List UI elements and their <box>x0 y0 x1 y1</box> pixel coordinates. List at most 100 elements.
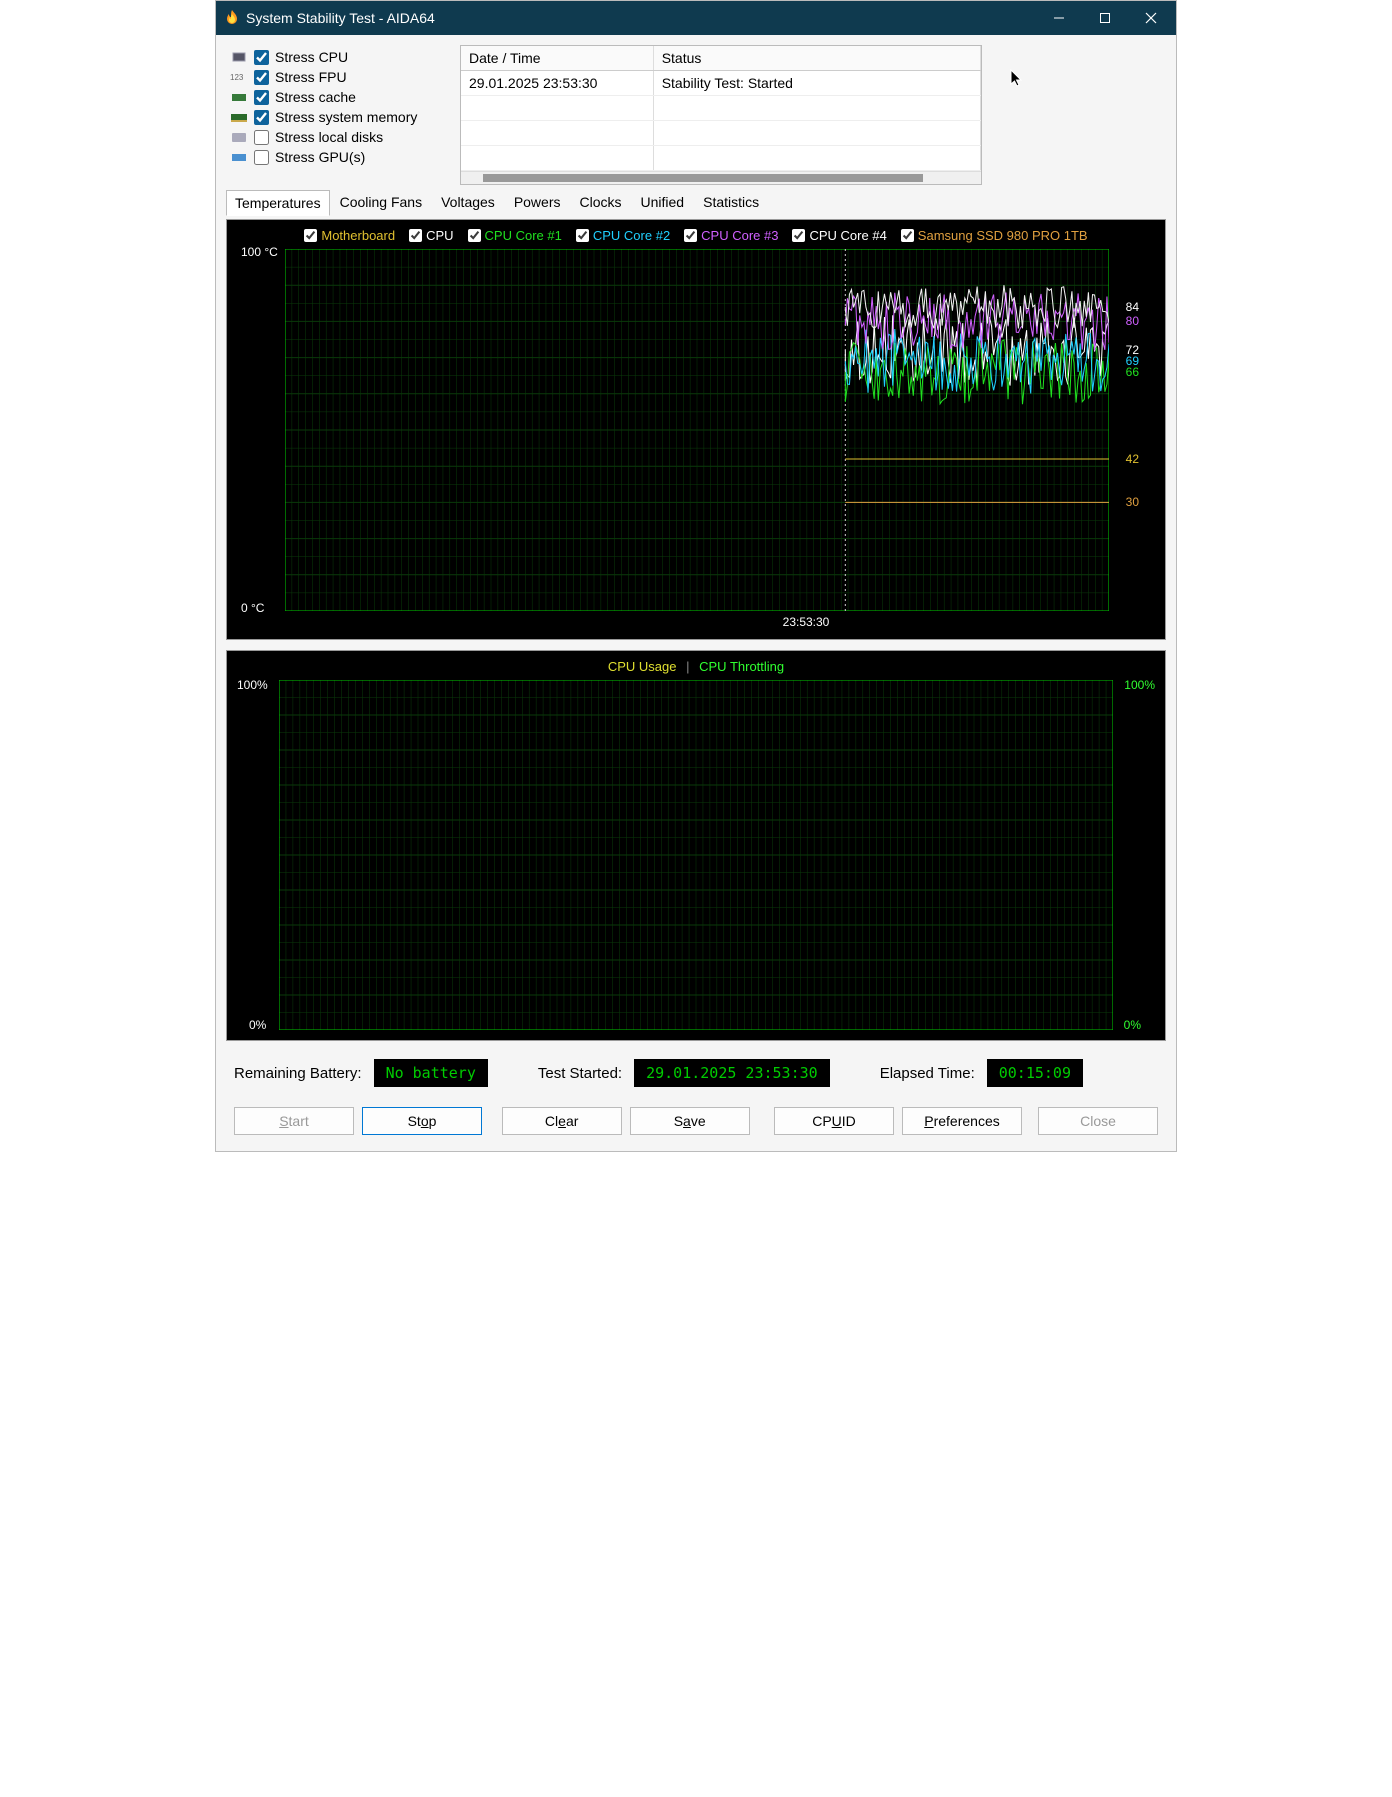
app-window: System Stability Test - AIDA64 Stress CP… <box>215 0 1177 1152</box>
start-button[interactable]: Start <box>234 1107 354 1135</box>
legend-check[interactable] <box>409 229 422 242</box>
stress-label: Stress CPU <box>275 49 348 65</box>
value-label: 84 <box>1126 300 1139 314</box>
title-bar[interactable]: System Stability Test - AIDA64 <box>216 1 1176 35</box>
started-value: 29.01.2025 23:53:30 <box>634 1059 830 1087</box>
chart-tabs: TemperaturesCooling FansVoltagesPowersCl… <box>216 189 1176 215</box>
y-max-label: 100 °C <box>241 245 278 259</box>
stress-row-disk: Stress local disks <box>230 129 440 145</box>
legend-item[interactable]: Motherboard <box>304 228 395 243</box>
close-app-button[interactable]: Close <box>1038 1107 1158 1135</box>
tab-unified[interactable]: Unified <box>632 189 694 215</box>
stress-row-cache: Stress cache <box>230 89 440 105</box>
save-button[interactable]: Save <box>630 1107 750 1135</box>
tab-voltages[interactable]: Voltages <box>432 189 504 215</box>
legend-check[interactable] <box>576 229 589 242</box>
svg-text:123: 123 <box>230 73 244 82</box>
stress-row-cpu: Stress CPU <box>230 49 440 65</box>
legend-sep: | <box>680 659 695 674</box>
tab-clocks[interactable]: Clocks <box>571 189 631 215</box>
stress-row-gpu: Stress GPU(s) <box>230 149 440 165</box>
usage-plot-canvas <box>279 680 1113 1030</box>
tab-cooling-fans[interactable]: Cooling Fans <box>331 189 432 215</box>
temp-legend: Motherboard CPU CPU Core #1 CPU Core #2 CPU … <box>233 226 1159 249</box>
legend-item[interactable]: CPU Core #3 <box>684 228 778 243</box>
log-scrollbar[interactable] <box>461 171 981 184</box>
usage-legend: CPU Usage | CPU Throttling <box>233 657 1159 676</box>
stress-row-ram: Stress system memory <box>230 109 440 125</box>
stress-options: Stress CPU 123 Stress FPU Stress cache Stres… <box>230 45 440 169</box>
stress-row-fpu: 123 Stress FPU <box>230 69 440 85</box>
window-title: System Stability Test - AIDA64 <box>246 10 1036 26</box>
started-label: Test Started: <box>538 1065 622 1082</box>
clear-button[interactable]: Clear <box>502 1107 622 1135</box>
stress-check-gpu[interactable] <box>254 150 269 165</box>
legend-item[interactable]: Samsung SSD 980 PRO 1TB <box>901 228 1088 243</box>
stress-label: Stress FPU <box>275 69 347 85</box>
fpu-icon: 123 <box>230 70 248 84</box>
app-icon <box>224 10 240 26</box>
value-label: 30 <box>1126 495 1139 509</box>
stress-check-disk[interactable] <box>254 130 269 145</box>
y2-left-bot: 0% <box>249 1018 266 1032</box>
disk-icon <box>230 130 248 144</box>
stress-label: Stress cache <box>275 89 356 105</box>
legend-label: CPU Core #1 <box>485 228 562 243</box>
stress-label: Stress local disks <box>275 129 383 145</box>
legend-cpu-usage: CPU Usage <box>608 659 677 674</box>
legend-check[interactable] <box>468 229 481 242</box>
elapsed-value: 00:15:09 <box>987 1059 1083 1087</box>
status-bar: Remaining Battery: No battery Test Start… <box>216 1045 1176 1101</box>
legend-check[interactable] <box>901 229 914 242</box>
elapsed-label: Elapsed Time: <box>880 1065 975 1082</box>
gpu-icon <box>230 150 248 164</box>
legend-label: Motherboard <box>321 228 395 243</box>
tab-temperatures[interactable]: Temperatures <box>226 190 330 216</box>
battery-label: Remaining Battery: <box>234 1065 362 1082</box>
tab-powers[interactable]: Powers <box>505 189 570 215</box>
legend-check[interactable] <box>684 229 697 242</box>
stress-check-ram[interactable] <box>254 110 269 125</box>
value-label: 42 <box>1126 452 1139 466</box>
close-button[interactable] <box>1128 1 1174 35</box>
stress-label: Stress system memory <box>275 109 417 125</box>
stress-check-cache[interactable] <box>254 90 269 105</box>
temperature-chart: Motherboard CPU CPU Core #1 CPU Core #2 CPU … <box>226 219 1166 640</box>
y2-right-top: 100% <box>1124 678 1155 692</box>
temp-plot-canvas <box>285 249 1109 611</box>
y2-right-bot: 0% <box>1124 1018 1141 1032</box>
preferences-button[interactable]: Preferences <box>902 1107 1022 1135</box>
usage-chart: CPU Usage | CPU Throttling 100% 0% 100% … <box>226 650 1166 1041</box>
log-header-date[interactable]: Date / Time <box>461 46 653 71</box>
legend-check[interactable] <box>792 229 805 242</box>
legend-label: CPU <box>426 228 453 243</box>
value-label: 72 <box>1126 343 1139 357</box>
y2-left-top: 100% <box>237 678 268 692</box>
legend-check[interactable] <box>304 229 317 242</box>
battery-value: No battery <box>374 1059 488 1087</box>
log-header-status[interactable]: Status <box>653 46 980 71</box>
legend-label: CPU Core #4 <box>809 228 886 243</box>
stress-check-cpu[interactable] <box>254 50 269 65</box>
legend-item[interactable]: CPU Core #2 <box>576 228 670 243</box>
stress-check-fpu[interactable] <box>254 70 269 85</box>
legend-label: Samsung SSD 980 PRO 1TB <box>918 228 1088 243</box>
legend-item[interactable]: CPU Core #4 <box>792 228 886 243</box>
maximize-button[interactable] <box>1082 1 1128 35</box>
y-min-label: 0 °C <box>241 601 264 615</box>
cpuid-button[interactable]: CPUID <box>774 1107 894 1135</box>
stop-button[interactable]: Stop <box>362 1107 482 1135</box>
event-log: Date / Time Status 29.01.2025 23:53:30 S… <box>460 45 982 185</box>
minimize-button[interactable] <box>1036 1 1082 35</box>
cpu-icon <box>230 50 248 64</box>
legend-item[interactable]: CPU <box>409 228 453 243</box>
legend-label: CPU Core #2 <box>593 228 670 243</box>
cursor-icon <box>1010 69 1026 89</box>
tab-statistics[interactable]: Statistics <box>694 189 768 215</box>
cache-icon <box>230 90 248 104</box>
legend-label: CPU Core #3 <box>701 228 778 243</box>
log-row: 29.01.2025 23:53:30 Stability Test: Star… <box>461 71 981 96</box>
legend-item[interactable]: CPU Core #1 <box>468 228 562 243</box>
stress-label: Stress GPU(s) <box>275 149 365 165</box>
log-date: 29.01.2025 23:53:30 <box>461 71 653 96</box>
